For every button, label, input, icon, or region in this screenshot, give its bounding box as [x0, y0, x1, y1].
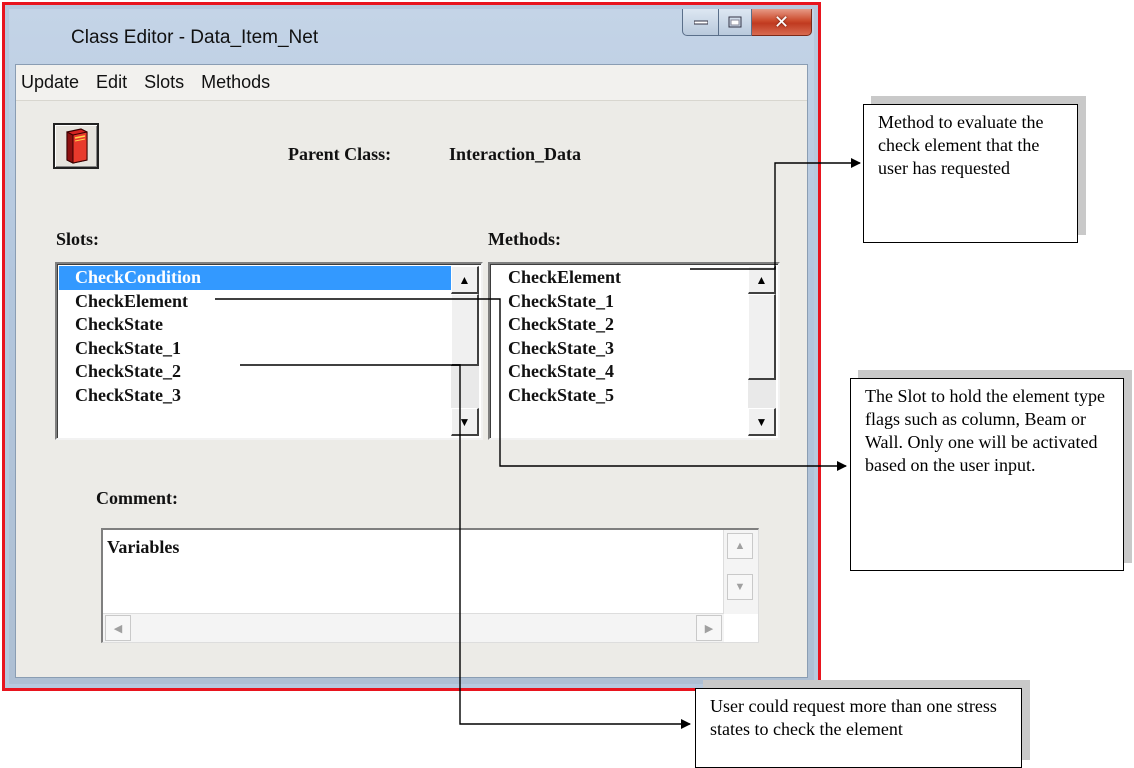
comment-textarea[interactable]: Variables ▲ ▼ ◀ ▶	[101, 528, 759, 643]
scroll-up-arrow-icon[interactable]: ▲	[748, 266, 776, 294]
parent-class-label: Parent Class:	[288, 144, 392, 164]
menu-update[interactable]: Update	[21, 72, 79, 93]
minimize-icon	[693, 20, 708, 25]
client-area: Update Edit Slots Methods Parent Class:	[15, 64, 808, 678]
menu-methods[interactable]: Methods	[201, 72, 270, 93]
method-callout: Method to evaluate the check element tha…	[863, 104, 1078, 243]
list-item[interactable]: CheckState_5	[492, 384, 750, 408]
caption-buttons: ✕	[682, 9, 812, 36]
maximize-button[interactable]	[719, 9, 752, 36]
editor-form: Parent Class: Interaction_Data Slots: Me…	[16, 101, 807, 677]
scroll-right-arrow-icon[interactable]: ▶	[696, 615, 722, 641]
slot-callout: The Slot to hold the element type flags …	[850, 378, 1124, 571]
user-callout: User could request more than one stress …	[695, 688, 1022, 768]
list-item[interactable]: CheckState_3	[59, 384, 453, 408]
scroll-up-arrow-icon[interactable]: ▲	[727, 533, 753, 559]
class-book-button[interactable]	[53, 123, 99, 169]
slots-label: Slots:	[56, 229, 100, 249]
comment-horizontal-scrollbar[interactable]: ◀ ▶	[103, 613, 724, 642]
methods-listbox[interactable]: CheckElement CheckState_1 CheckState_2 C…	[488, 262, 780, 440]
menu-bar: Update Edit Slots Methods	[16, 65, 807, 101]
list-item[interactable]: CheckState_3	[492, 337, 750, 361]
scroll-down-arrow-icon[interactable]: ▼	[727, 574, 753, 600]
comment-label: Comment:	[96, 488, 178, 508]
list-item[interactable]: CheckCondition	[59, 266, 453, 290]
list-item[interactable]: CheckState_2	[59, 360, 453, 384]
close-icon: ✕	[773, 11, 790, 33]
scroll-thumb[interactable]	[748, 294, 776, 380]
scroll-down-arrow-icon[interactable]: ▼	[451, 408, 479, 436]
scroll-thumb[interactable]	[451, 294, 479, 366]
list-item[interactable]: CheckState_1	[492, 290, 750, 314]
parent-class-value: Interaction_Data	[449, 144, 581, 164]
menu-edit[interactable]: Edit	[96, 72, 127, 93]
red-book-icon	[66, 128, 88, 164]
window-frame: Class Editor - Data_Item_Net ✕ Update Ed…	[9, 9, 814, 684]
comment-text: Variables	[107, 537, 180, 557]
title-bar[interactable]: Class Editor - Data_Item_Net ✕	[9, 9, 814, 63]
scroll-left-arrow-icon[interactable]: ◀	[105, 615, 131, 641]
menu-slots[interactable]: Slots	[144, 72, 184, 93]
close-button[interactable]: ✕	[752, 9, 812, 36]
minimize-button[interactable]	[682, 9, 719, 36]
list-item[interactable]: CheckState_4	[492, 360, 750, 384]
methods-label: Methods:	[488, 229, 561, 249]
list-item[interactable]: CheckElement	[492, 266, 750, 290]
maximize-icon	[728, 16, 742, 28]
list-item[interactable]: CheckState	[59, 313, 453, 337]
window-title: Class Editor - Data_Item_Net	[71, 27, 319, 48]
slots-scrollbar[interactable]: ▲ ▼	[451, 266, 479, 436]
comment-vertical-scrollbar[interactable]: ▲ ▼	[723, 530, 758, 614]
scroll-down-arrow-icon[interactable]: ▼	[748, 408, 776, 436]
list-item[interactable]: CheckElement	[59, 290, 453, 314]
class-editor-window: Class Editor - Data_Item_Net ✕ Update Ed…	[2, 2, 821, 691]
list-item[interactable]: CheckState_1	[59, 337, 453, 361]
list-item[interactable]: CheckState_2	[492, 313, 750, 337]
methods-scrollbar[interactable]: ▲ ▼	[748, 266, 776, 436]
scroll-up-arrow-icon[interactable]: ▲	[451, 266, 479, 294]
slots-listbox[interactable]: CheckCondition CheckElement CheckState C…	[55, 262, 483, 440]
